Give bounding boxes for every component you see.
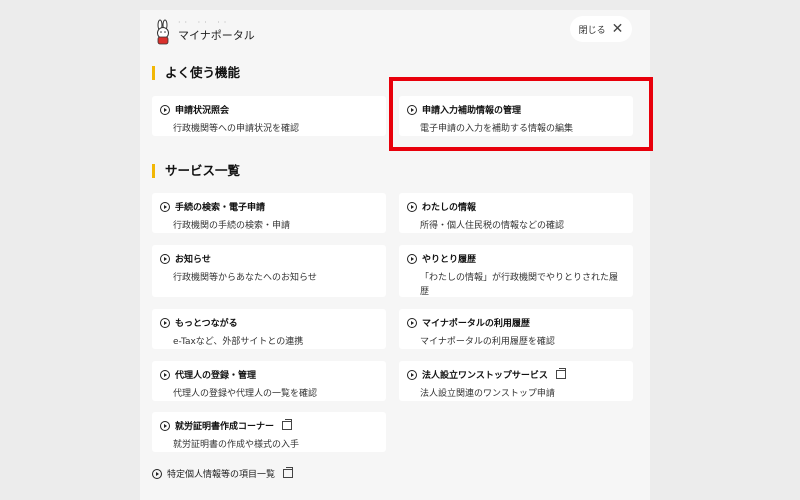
card-desc: 代理人の登録や代理人の一覧を確認 — [173, 389, 318, 399]
card-title: わたしの情報 — [422, 203, 477, 213]
menu-panel: ·· ·· ·· マイナポータル 閉じる ✕ よく使う機能 申請状況照会 行政機… — [140, 10, 650, 500]
play-circle-icon — [407, 317, 417, 328]
logo-text: マイナポータル — [178, 29, 255, 42]
card-title: もっとつながる — [175, 319, 238, 329]
card-title: マイナポータルの利用履歴 — [422, 319, 530, 329]
play-circle-icon — [152, 468, 162, 479]
card-title: やりとり履歴 — [422, 255, 477, 265]
card-desc: 法人設立関連のワンストップ申請 — [420, 389, 555, 399]
logo-dots: ·· ·· ·· — [178, 18, 231, 27]
play-circle-icon — [160, 201, 170, 212]
card-desc: 行政機関の手続の検索・申請 — [173, 221, 291, 231]
card-application-status[interactable]: 申請状況照会 行政機関等への申請状況を確認 — [152, 96, 386, 136]
card-title: 就労証明書作成コーナー — [175, 422, 275, 432]
card-input-assist-management[interactable]: 申請入力補助情報の管理 電子申請の入力を補助する情報の編集 — [399, 96, 633, 136]
card-desc: 「わたしの情報」が行政機関でやりとりされた履歴 — [420, 273, 619, 297]
external-link-icon — [282, 419, 293, 430]
card-title: 代理人の登録・管理 — [175, 371, 257, 381]
section-title-frequent: よく使う機能 — [152, 66, 240, 80]
card-more-connections[interactable]: もっとつながる e-Taxなど、外部サイトとの連携 — [152, 309, 386, 349]
card-title: 手続の検索・電子申請 — [175, 203, 266, 213]
card-proxy-management[interactable]: 代理人の登録・管理 代理人の登録や代理人の一覧を確認 — [152, 361, 386, 401]
card-my-information[interactable]: わたしの情報 所得・個人住民税の情報などの確認 — [399, 193, 633, 233]
card-title: お知らせ — [175, 255, 211, 265]
card-desc: 行政機関等からあなたへのお知らせ — [173, 273, 317, 283]
external-link-icon — [555, 368, 566, 379]
bottom-link-label: 特定個人情報等の項目一覧 — [167, 470, 276, 480]
play-circle-icon — [160, 253, 170, 264]
play-circle-icon — [407, 104, 417, 115]
card-employment-certificate[interactable]: 就労証明書作成コーナー 就労証明書の作成や様式の入手 — [152, 412, 386, 452]
play-circle-icon — [407, 369, 417, 380]
play-circle-icon — [160, 369, 170, 380]
close-icon: ✕ — [611, 21, 624, 37]
card-desc: e-Taxなど、外部サイトとの連携 — [173, 337, 304, 347]
section-title-services: サービス一覧 — [152, 164, 240, 178]
card-title: 申請入力補助情報の管理 — [422, 106, 522, 116]
mascot-rabbit-icon — [152, 19, 174, 45]
close-label: 閉じる — [578, 25, 606, 36]
play-circle-icon — [407, 201, 417, 212]
card-title: 申請状況照会 — [175, 106, 230, 116]
play-circle-icon — [407, 253, 417, 264]
play-circle-icon — [160, 104, 170, 115]
external-link-icon — [283, 467, 294, 478]
card-usage-history[interactable]: マイナポータルの利用履歴 マイナポータルの利用履歴を確認 — [399, 309, 633, 349]
card-desc: 就労証明書の作成や様式の入手 — [173, 440, 300, 450]
specific-personal-info-list-link[interactable]: 特定個人情報等の項目一覧 — [152, 467, 294, 480]
card-desc: 所得・個人住民税の情報などの確認 — [420, 221, 565, 231]
card-notifications[interactable]: お知らせ 行政機関等からあなたへのお知らせ — [152, 245, 386, 297]
card-desc: マイナポータルの利用履歴を確認 — [420, 337, 555, 347]
card-corporate-onestop[interactable]: 法人設立ワンストップサービス 法人設立関連のワンストップ申請 — [399, 361, 633, 401]
card-desc: 行政機関等への申請状況を確認 — [173, 124, 300, 134]
card-desc: 電子申請の入力を補助する情報の編集 — [420, 124, 574, 134]
close-button[interactable]: 閉じる ✕ — [570, 16, 632, 42]
card-title: 法人設立ワンストップサービス — [422, 371, 548, 381]
play-circle-icon — [160, 317, 170, 328]
card-exchange-history[interactable]: やりとり履歴 「わたしの情報」が行政機関でやりとりされた履歴 — [399, 245, 633, 297]
card-procedure-search[interactable]: 手続の検索・電子申請 行政機関の手続の検索・申請 — [152, 193, 386, 233]
mynaportal-logo[interactable]: ·· ·· ·· マイナポータル — [152, 18, 255, 46]
play-circle-icon — [160, 420, 170, 431]
